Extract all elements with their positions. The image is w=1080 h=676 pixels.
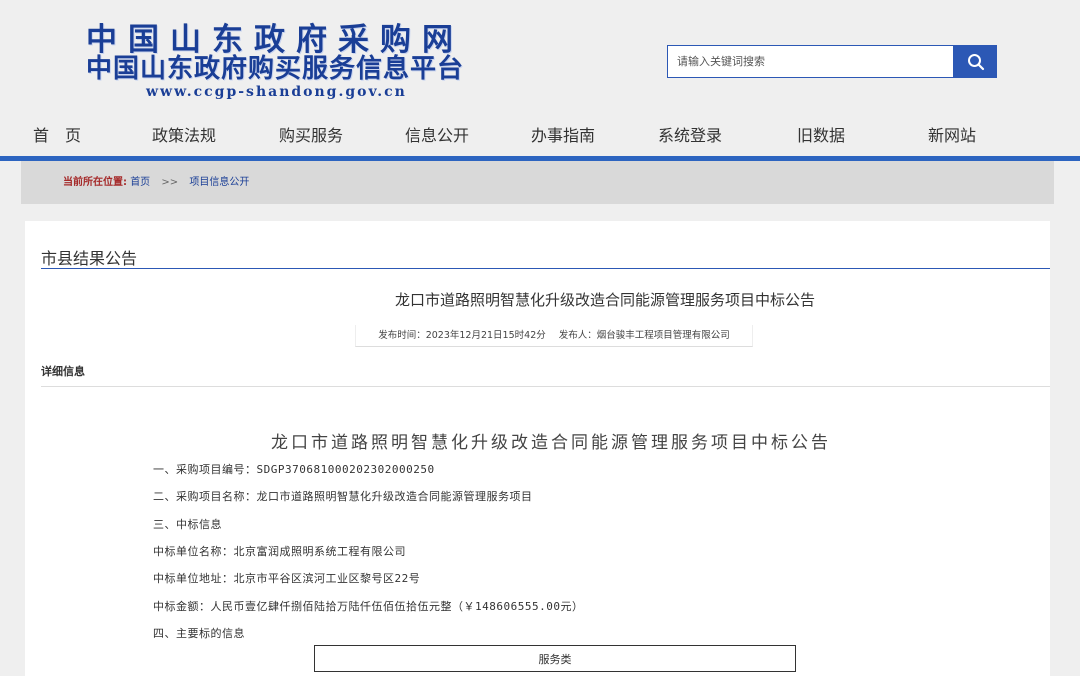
breadcrumb: 当前所在位置: 首页 >> 项目信息公开 (63, 173, 249, 188)
section-title: 市县结果公告 (41, 249, 138, 268)
nav-guide[interactable]: 办事指南 (531, 118, 595, 154)
publisher: 发布人：烟台骏丰工程项目管理有限公司 (558, 330, 730, 341)
site-header: 中国山东政府采购网 中国山东政府购买服务信息平台 www.ccgp-shando… (0, 0, 1080, 161)
search-button[interactable] (954, 45, 997, 78)
table-header-cell: 服务类 (314, 645, 796, 672)
publish-time: 发布时间：2023年12月21日15时42分 (378, 330, 546, 341)
breadcrumb-label: 当前所在位置: (63, 177, 127, 188)
doc-line-winner-info: 三、中标信息 (153, 518, 222, 531)
doc-line-project-name: 二、采购项目名称：龙口市道路照明智慧化升级改造合同能源管理服务项目 (153, 490, 533, 503)
logo-subtitle: 中国山东政府购买服务信息平台 (86, 54, 465, 84)
section-divider (41, 268, 1050, 269)
logo-url: www.ccgp-shandong.gov.cn (146, 84, 407, 100)
article-title: 龙口市道路照明智慧化升级改造合同能源管理服务项目中标公告 (394, 291, 815, 309)
document-title: 龙口市道路照明智慧化升级改造合同能源管理服务项目中标公告 (271, 433, 831, 453)
breadcrumb-bar: 当前所在位置: 首页 >> 项目信息公开 (21, 161, 1054, 204)
search-icon (967, 53, 984, 70)
content-panel: 市县结果公告 龙口市道路照明智慧化升级改造合同能源管理服务项目中标公告 发布时间… (25, 221, 1050, 676)
main-nav: 首 页 政策法规 购买服务 信息公开 办事指南 系统登录 旧数据 新网站 (0, 118, 1080, 154)
nav-home[interactable]: 首 页 (33, 118, 81, 154)
nav-policy[interactable]: 政策法规 (152, 118, 216, 154)
nav-info-public[interactable]: 信息公开 (405, 118, 469, 154)
breadcrumb-current-link[interactable]: 项目信息公开 (189, 177, 249, 188)
doc-line-main-items: 四、主要标的信息 (153, 627, 245, 640)
nav-login[interactable]: 系统登录 (658, 118, 722, 154)
doc-line-winning-amount: 中标金额：人民币壹亿肆仟捌佰陆拾万陆仟伍佰伍拾伍元整（￥148606555.00… (153, 600, 584, 613)
table-row: 服务类 (314, 645, 796, 672)
search-bar (667, 45, 997, 78)
doc-line-winner-address: 中标单位地址：北京市平谷区滨河工业区黎号区22号 (153, 572, 421, 585)
search-input[interactable] (667, 45, 954, 78)
article-meta: 发布时间：2023年12月21日15时42分 发布人：烟台骏丰工程项目管理有限公… (355, 325, 753, 347)
doc-line-winner-name: 中标单位名称：北京富润成照明系统工程有限公司 (153, 545, 406, 558)
breadcrumb-home-link[interactable]: 首页 (130, 177, 150, 188)
doc-line-project-number: 一、采购项目编号：SDGP370681000202302000250 (153, 463, 435, 476)
breadcrumb-separator: >> (161, 177, 179, 188)
detail-divider (41, 386, 1050, 387)
site-logo[interactable]: 中国山东政府采购网 中国山东政府购买服务信息平台 www.ccgp-shando… (86, 22, 531, 100)
service-table: 服务类 (314, 645, 796, 672)
logo-title: 中国山东政府采购网 (86, 22, 464, 58)
nav-new-site[interactable]: 新网站 (928, 118, 976, 154)
nav-purchase-service[interactable]: 购买服务 (279, 118, 343, 154)
nav-old-data[interactable]: 旧数据 (797, 118, 845, 154)
detail-label: 详细信息 (41, 365, 85, 378)
